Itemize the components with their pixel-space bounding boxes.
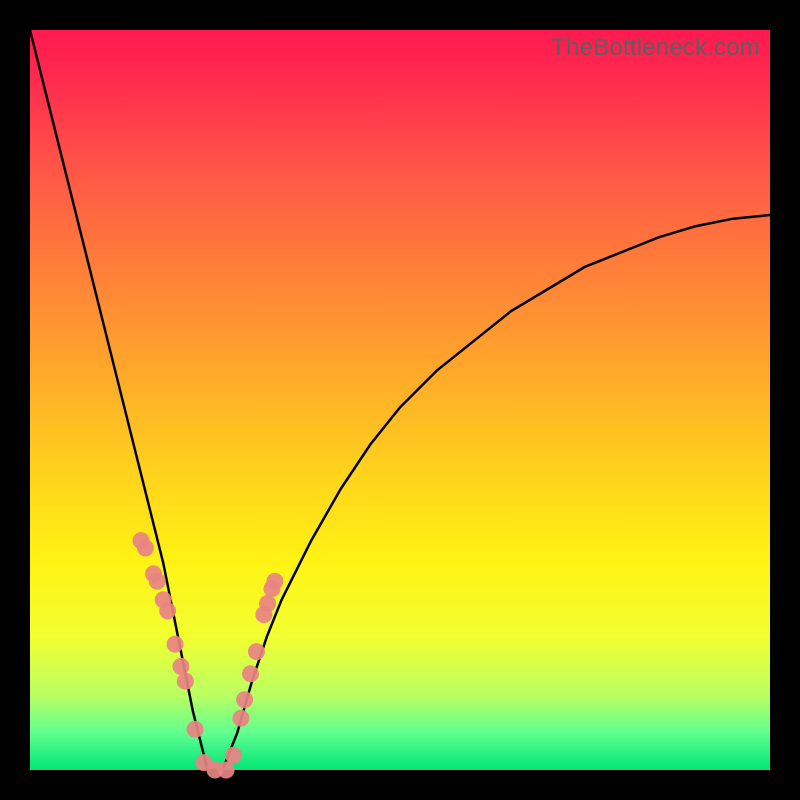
curve-path (30, 30, 770, 770)
bottleneck-curve (30, 30, 770, 770)
plot-area: TheBottleneck.com (30, 30, 770, 770)
highlight-dot (259, 595, 276, 612)
highlight-dot (187, 721, 204, 738)
chart-frame: TheBottleneck.com (0, 0, 800, 800)
highlight-dot (266, 573, 283, 590)
highlight-dot (159, 602, 176, 619)
highlight-dot (177, 673, 194, 690)
highlight-dot (172, 658, 189, 675)
highlight-dot (218, 762, 235, 779)
highlight-dot (232, 710, 249, 727)
highlight-dot (225, 747, 242, 764)
highlight-dots (133, 532, 284, 778)
highlight-dot (248, 643, 265, 660)
highlight-dot (137, 540, 154, 557)
highlight-dot (149, 573, 166, 590)
highlight-dot (242, 665, 259, 682)
highlight-dot (167, 636, 184, 653)
highlight-dot (236, 691, 253, 708)
